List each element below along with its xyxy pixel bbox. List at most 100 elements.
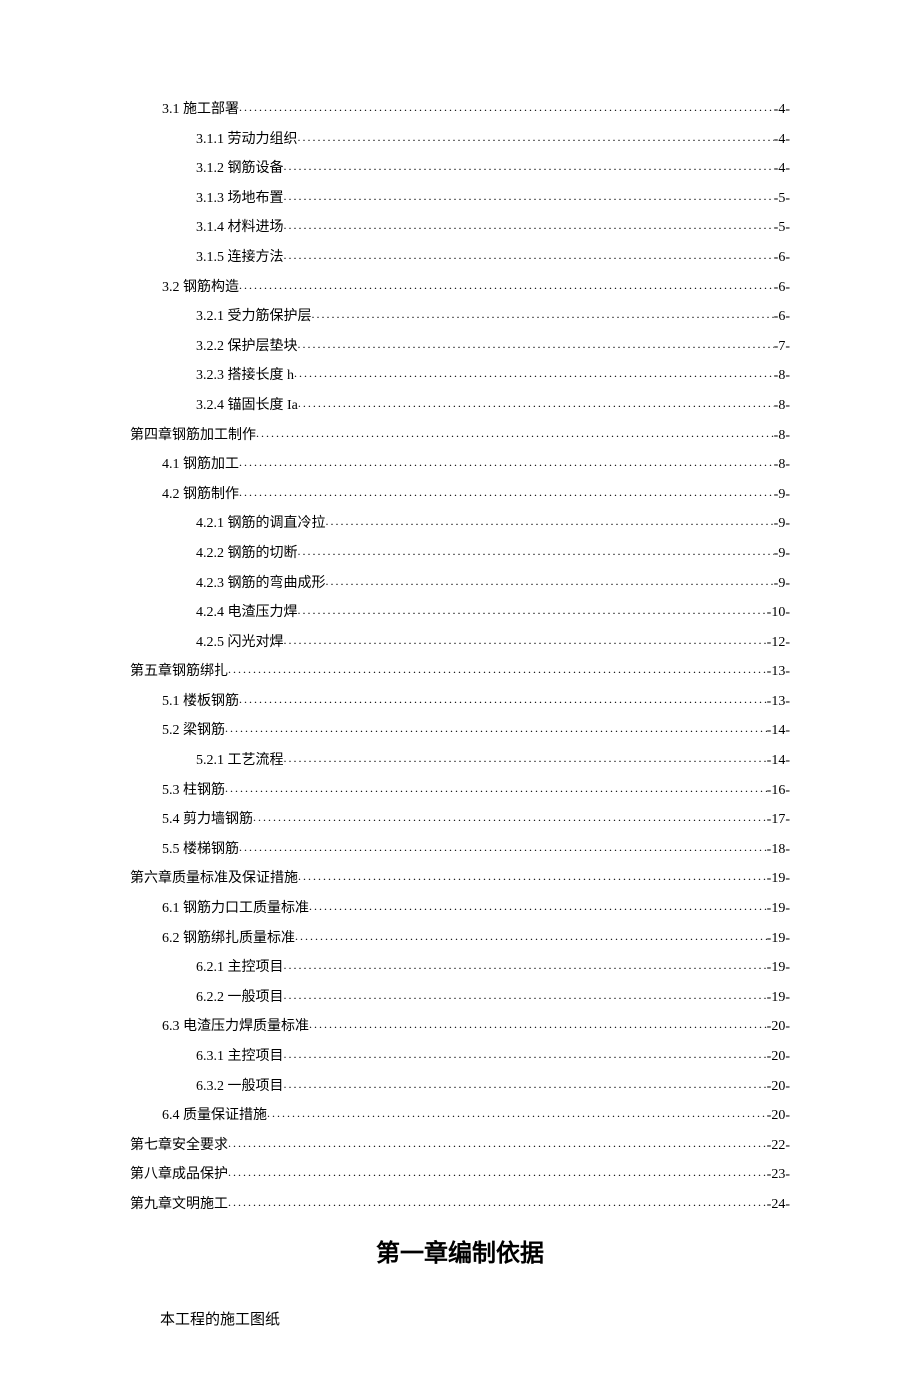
- toc-entry: 第五章钢筋绑扎 -13-: [130, 662, 790, 682]
- toc-leader-dots: [284, 1046, 767, 1063]
- toc-entry: 3.1 施工部署 -4-: [130, 100, 790, 120]
- toc-entry-page: -8-: [774, 426, 790, 446]
- toc-leader-dots: [284, 217, 774, 234]
- toc-entry: 6.1 钢筋力口工质量标准 -19-: [130, 899, 790, 919]
- toc-leader-dots: [284, 750, 767, 767]
- toc-leader-dots: [309, 898, 767, 915]
- toc-entry: 4.2.1 钢筋的调直冷拉 -9-: [130, 514, 790, 534]
- toc-entry: 第六章质量标准及保证措施 -19-: [130, 869, 790, 889]
- toc-entry-label: 4.2.1 钢筋的调直冷拉: [196, 514, 326, 534]
- toc-entry-label: 6.2.2 一般项目: [196, 988, 284, 1008]
- toc-entry-label: 4.2.5 闪光对焊: [196, 633, 284, 653]
- toc-entry-page: -20-: [767, 1106, 790, 1126]
- toc-entry-page: -14-: [767, 751, 790, 771]
- toc-entry: 3.1.5 连接方法 -6-: [130, 248, 790, 268]
- toc-entry-label: 5.3 柱钢筋: [162, 781, 225, 801]
- toc-entry: 第九章文明施工 -24-: [130, 1195, 790, 1215]
- toc-leader-dots: [309, 1016, 767, 1033]
- toc-entry-page: -4-: [774, 130, 790, 150]
- toc-entry: 5.2 梁钢筋 -14-: [130, 721, 790, 741]
- toc-leader-dots: [239, 691, 767, 708]
- toc-entry-label: 5.2 梁钢筋: [162, 721, 225, 741]
- toc-entry-label: 6.3.2 一般项目: [196, 1077, 284, 1097]
- toc-entry-label: 4.1 钢筋加工: [162, 455, 239, 475]
- toc-entry: 5.5 楼梯钢筋 -18-: [130, 840, 790, 860]
- toc-entry-label: 第九章文明施工: [130, 1195, 228, 1215]
- toc-entry-label: 6.3 电渣压力焊质量标准: [162, 1017, 309, 1037]
- toc-leader-dots: [267, 1105, 767, 1122]
- toc-entry-page: -9-: [774, 574, 790, 594]
- toc-leader-dots: [239, 839, 767, 856]
- toc-entry-label: 4.2.2 钢筋的切断: [196, 544, 298, 564]
- toc-entry-page: -19-: [767, 958, 790, 978]
- toc-leader-dots: [253, 809, 767, 826]
- toc-entry-page: -7-: [774, 337, 790, 357]
- toc-leader-dots: [312, 306, 774, 323]
- toc-entry-label: 3.2.3 搭接长度 h: [196, 366, 294, 386]
- toc-entry-label: 4.2 钢筋制作: [162, 485, 239, 505]
- toc-leader-dots: [239, 277, 774, 294]
- toc-leader-dots: [298, 129, 774, 146]
- toc-entry-label: 5.2.1 工艺流程: [196, 751, 284, 771]
- toc-entry-page: -20-: [767, 1047, 790, 1067]
- toc-entry-page: -9-: [774, 485, 790, 505]
- toc-entry: 3.1.2 钢筋设备 -4-: [130, 159, 790, 179]
- toc-entry-page: -4-: [774, 159, 790, 179]
- toc-entry: 6.3 电渣压力焊质量标准 -20-: [130, 1017, 790, 1037]
- toc-entry: 6.4 质量保证措施 -20-: [130, 1106, 790, 1126]
- toc-leader-dots: [239, 99, 774, 116]
- toc-entry: 4.1 钢筋加工 -8-: [130, 455, 790, 475]
- toc-entry-label: 第六章质量标准及保证措施: [130, 869, 298, 889]
- toc-leader-dots: [284, 957, 767, 974]
- toc-entry: 6.2.1 主控项目 -19-: [130, 958, 790, 978]
- toc-entry-page: -5-: [774, 218, 790, 238]
- toc-leader-dots: [284, 188, 774, 205]
- toc-entry-label: 6.2.1 主控项目: [196, 958, 284, 978]
- toc-entry-page: -14-: [767, 721, 790, 741]
- toc-leader-dots: [298, 602, 767, 619]
- toc-entry-page: -8-: [774, 396, 790, 416]
- toc-entry-label: 3.1.2 钢筋设备: [196, 159, 284, 179]
- toc-entry-label: 6.1 钢筋力口工质量标准: [162, 899, 309, 919]
- toc-entry-page: -19-: [767, 988, 790, 1008]
- toc-entry: 第八章成品保护 -23-: [130, 1165, 790, 1185]
- table-of-contents: 3.1 施工部署 -4-3.1.1 劳动力组织 -4-3.1.2 钢筋设备 -4…: [130, 100, 790, 1215]
- toc-leader-dots: [295, 928, 767, 945]
- toc-entry: 6.2 钢筋绑扎质量标准 -19-: [130, 929, 790, 949]
- toc-entry-label: 第四章钢筋加工制作: [130, 426, 256, 446]
- toc-entry-label: 3.1.3 场地布置: [196, 189, 284, 209]
- toc-entry-page: -19-: [767, 869, 790, 889]
- toc-entry-page: -4-: [774, 100, 790, 120]
- toc-entry-label: 3.2.1 受力筋保护层: [196, 307, 312, 327]
- toc-leader-dots: [298, 543, 774, 560]
- toc-entry: 3.2.4 锚固长度 Ia -8-: [130, 396, 790, 416]
- toc-entry-page: -19-: [767, 899, 790, 919]
- toc-leader-dots: [284, 158, 774, 175]
- toc-entry-page: -6-: [774, 248, 790, 268]
- toc-leader-dots: [298, 868, 767, 885]
- toc-leader-dots: [298, 336, 774, 353]
- toc-entry-label: 5.1 楼板钢筋: [162, 692, 239, 712]
- toc-entry-label: 3.2.4 锚固长度 Ia: [196, 396, 298, 416]
- toc-entry-label: 6.4 质量保证措施: [162, 1106, 267, 1126]
- toc-entry-page: -5-: [774, 189, 790, 209]
- toc-entry-page: -9-: [774, 544, 790, 564]
- toc-entry-label: 3.1.1 劳动力组织: [196, 130, 298, 150]
- toc-entry: 6.3.1 主控项目 -20-: [130, 1047, 790, 1067]
- toc-entry-page: -18-: [767, 840, 790, 860]
- toc-leader-dots: [239, 454, 774, 471]
- chapter-heading: 第一章编制依据: [130, 1233, 790, 1268]
- toc-entry-page: -22-: [767, 1136, 790, 1156]
- toc-entry: 3.1.3 场地布置 -5-: [130, 189, 790, 209]
- toc-entry: 5.1 楼板钢筋 -13-: [130, 692, 790, 712]
- toc-entry: 6.3.2 一般项目 -20-: [130, 1077, 790, 1097]
- toc-entry-page: -6-: [774, 278, 790, 298]
- toc-entry-label: 3.1.5 连接方法: [196, 248, 284, 268]
- toc-entry: 4.2.5 闪光对焊 -12-: [130, 633, 790, 653]
- toc-leader-dots: [225, 720, 767, 737]
- toc-leader-dots: [256, 425, 774, 442]
- toc-entry-label: 5.4 剪力墙钢筋: [162, 810, 253, 830]
- toc-leader-dots: [284, 1076, 767, 1093]
- toc-leader-dots: [284, 987, 767, 1004]
- toc-entry-page: -6-: [774, 307, 790, 327]
